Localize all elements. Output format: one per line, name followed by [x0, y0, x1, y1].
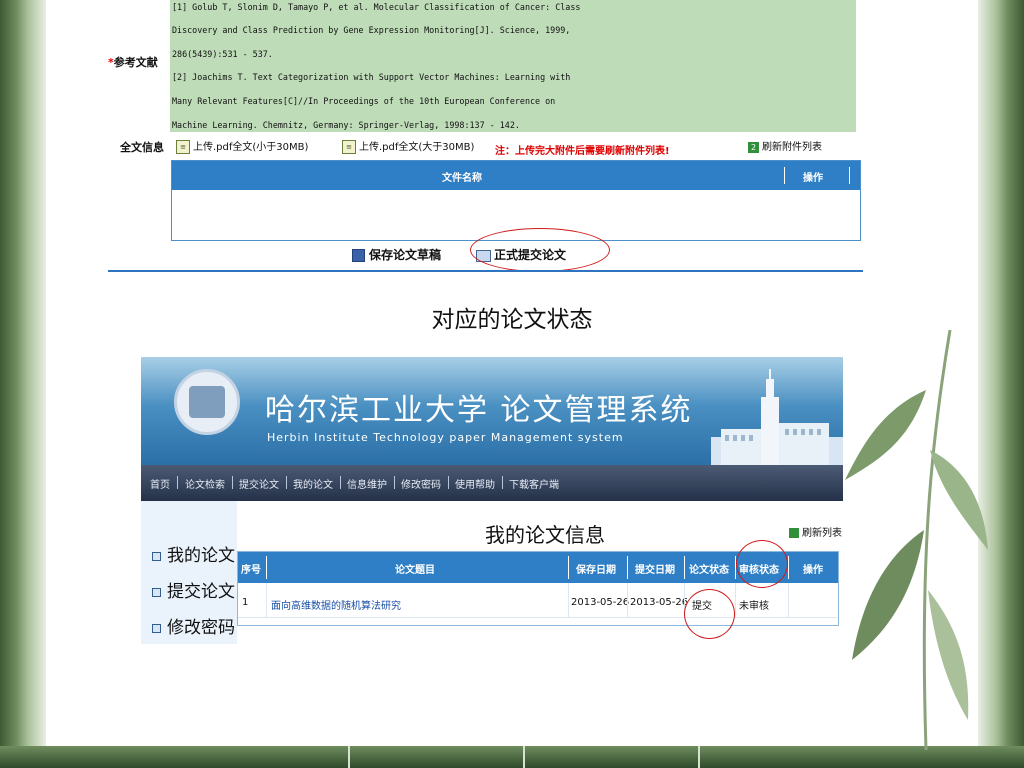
sidebar-item-my-papers[interactable]: 我的论文: [152, 541, 235, 566]
header-divider: [784, 167, 785, 184]
cell-divider: [266, 583, 267, 617]
col-title: 论文题目: [395, 565, 435, 576]
cell-no: 1: [242, 597, 249, 608]
nav-divider: [340, 476, 341, 489]
nav-my-papers[interactable]: 我的论文: [293, 476, 333, 491]
upload-icon: ≡: [176, 140, 190, 154]
fulltext-label: 全文信息: [120, 141, 164, 154]
reference-line: 286(5439):531 - 537.: [172, 49, 273, 59]
system-sidebar: 我的论文 提交论文 修改密码: [141, 501, 237, 644]
system-navbar: 首页 论文检索 提交论文 我的论文 信息维护 修改密码 使用帮助 下载客户端: [141, 465, 843, 501]
university-logo: [174, 369, 240, 435]
floppy-disk-icon: [352, 249, 365, 262]
background-left-bamboo: [0, 0, 46, 768]
nav-divider: [177, 476, 178, 489]
nav-password[interactable]: 修改密码: [401, 476, 441, 491]
attachments-table-header: 文件名称 操作: [172, 161, 860, 190]
bullet-icon: [152, 587, 161, 597]
nav-divider: [232, 476, 233, 489]
cell-review: 未审核: [739, 601, 769, 612]
cell-divider: [735, 583, 736, 617]
reference-line: Many Relevant Features[C]//In Proceeding…: [172, 96, 556, 106]
col-submit-date: 提交日期: [635, 565, 675, 576]
header-divider: [266, 556, 267, 579]
cell-submit-date: 2013-05-26: [630, 597, 689, 608]
refresh-attachments-button[interactable]: 2 刷新附件列表: [748, 138, 822, 153]
header-divider: [788, 556, 789, 579]
highlight-ellipse: [470, 228, 610, 272]
reference-line: [1] Golub T, Slonim D, Tamayo P, et al. …: [172, 2, 581, 12]
nav-info[interactable]: 信息维护: [347, 476, 387, 491]
col-status: 论文状态: [689, 565, 729, 576]
col-action: 操作: [803, 173, 823, 184]
reference-line: Discovery and Class Prediction by Gene E…: [172, 25, 571, 35]
nav-divider: [502, 476, 503, 489]
col-no: 序号: [241, 565, 261, 576]
col-filename: 文件名称: [442, 173, 482, 184]
header-divider: [568, 556, 569, 579]
cell-save-date: 2013-05-26: [571, 597, 630, 608]
upload-icon: ≡: [342, 140, 356, 154]
upload-note: 注：上传完大附件后需要刷新附件列表!: [495, 146, 670, 157]
references-label: *参考文献: [108, 56, 158, 69]
header-divider: [849, 167, 850, 184]
bullet-icon: [152, 551, 161, 561]
nav-divider: [286, 476, 287, 489]
building-illustration: [711, 369, 843, 465]
nav-divider: [394, 476, 395, 489]
upload-large-button[interactable]: ≡ 上传.pdf全文(大于30MB): [342, 138, 474, 154]
bullet-icon: [152, 623, 161, 633]
cell-divider: [568, 583, 569, 617]
nav-help[interactable]: 使用帮助: [455, 476, 495, 491]
references-textarea[interactable]: [1] Golub T, Slonim D, Tamayo P, et al. …: [170, 0, 856, 132]
nav-search[interactable]: 论文检索: [185, 476, 225, 491]
highlight-ellipse: [736, 540, 788, 588]
bottom-divider: [698, 746, 700, 768]
upload-small-button[interactable]: ≡ 上传.pdf全文(小于30MB): [176, 138, 308, 154]
system-banner: 哈尔滨工业大学 论文管理系统 Herbin Institute Technolo…: [141, 357, 843, 465]
highlight-ellipse: [684, 589, 735, 639]
nav-home[interactable]: 首页: [150, 476, 170, 491]
sidebar-item-submit[interactable]: 提交论文: [152, 577, 235, 602]
save-draft-button[interactable]: 保存论文草稿: [352, 246, 441, 263]
bottom-divider: [348, 746, 350, 768]
sidebar-item-password[interactable]: 修改密码: [152, 613, 235, 638]
system-screenshot: 哈尔滨工业大学 论文管理系统 Herbin Institute Technolo…: [141, 357, 843, 644]
cell-divider: [627, 583, 628, 617]
reference-line: [2] Joachims T. Text Categorization with…: [172, 72, 571, 82]
system-subtitle: Herbin Institute Technology paper Manage…: [267, 431, 624, 444]
refresh-icon: 2: [748, 141, 759, 153]
col-action: 操作: [803, 565, 823, 576]
nav-divider: [448, 476, 449, 489]
form-bottom-border: [108, 270, 863, 272]
content-title: 我的论文信息: [485, 523, 605, 547]
cell-title-link[interactable]: 面向高维数据的随机算法研究: [271, 597, 401, 612]
col-save-date: 保存日期: [576, 565, 616, 576]
decorative-leaves: [845, 330, 988, 750]
header-divider: [627, 556, 628, 579]
bottom-divider: [523, 746, 525, 768]
reference-line: Machine Learning. Chemnitz, Germany: Spr…: [172, 120, 520, 130]
row-divider: [238, 617, 838, 618]
nav-submit[interactable]: 提交论文: [239, 476, 279, 491]
system-title: 哈尔滨工业大学 论文管理系统: [265, 393, 693, 428]
cell-divider: [788, 583, 789, 617]
refresh-list-button[interactable]: 刷新列表: [789, 524, 842, 539]
nav-download[interactable]: 下载客户端: [509, 476, 559, 491]
refresh-icon: [789, 528, 799, 538]
slide-caption: 对应的论文状态: [431, 307, 593, 333]
header-divider: [684, 556, 685, 579]
